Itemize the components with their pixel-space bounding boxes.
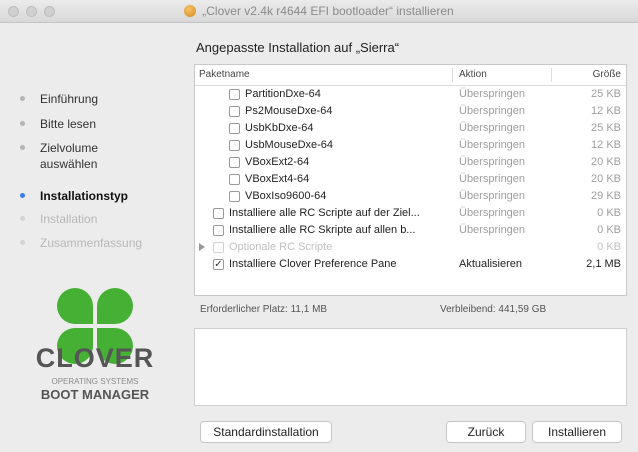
back-button[interactable]: Zurück (446, 421, 526, 443)
package-name: UsbKbDxe-64 (245, 122, 314, 134)
package-size: 29 KB (591, 190, 621, 202)
package-size: 12 KB (591, 105, 621, 117)
package-name: UsbMouseDxe-64 (245, 139, 334, 151)
window-title-wrap: „Clover v2.4k r4644 EFI bootloader“ inst… (0, 4, 638, 18)
checkbox[interactable] (229, 140, 240, 151)
package-name: Ps2MouseDxe-64 (245, 105, 333, 117)
package-action: Aktualisieren (459, 258, 522, 270)
package-name: Installiere Clover Preference Pane (229, 258, 397, 270)
package-action: Überspringen (459, 207, 526, 219)
table-row[interactable]: UsbKbDxe-64 Überspringen 25 KB (195, 120, 626, 137)
checkbox[interactable] (229, 123, 240, 134)
description-box (194, 328, 627, 406)
package-name: VBoxExt4-64 (245, 173, 310, 185)
required-space: Erforderlicher Platz: 11,1 MB (200, 304, 328, 315)
checkbox[interactable] (229, 157, 240, 168)
checkbox[interactable] (213, 208, 224, 219)
step-dot (20, 145, 25, 150)
brand-tagline-1: OPERATING SYSTEMS (51, 377, 139, 386)
package-name: Installiere alle RC Skripte auf allen b.… (229, 224, 416, 236)
brand-name: CLOVER (35, 343, 155, 373)
step-dot (20, 193, 25, 198)
step-label: Zielvolume auswählen (40, 141, 99, 171)
table-row[interactable]: PartitionDxe-64 Überspringen 25 KB (195, 86, 626, 103)
table-row[interactable]: VBoxExt4-64 Überspringen 20 KB (195, 171, 626, 188)
checkbox[interactable] (229, 89, 240, 100)
package-action: Überspringen (459, 88, 526, 100)
package-size: 0 KB (597, 207, 621, 219)
column-divider (452, 68, 453, 82)
package-name: Installiere alle RC Scripte auf der Ziel… (229, 207, 420, 219)
remaining-space: Verbleibend: 441,59 GB (440, 304, 547, 315)
install-button[interactable]: Installieren (532, 421, 622, 443)
package-size: 12 KB (591, 139, 621, 151)
sidebar: Einführung Bitte lesen Zielvolume auswäh… (0, 23, 190, 452)
standard-install-button[interactable]: Standardinstallation (200, 421, 332, 443)
step-label: Einführung (40, 92, 99, 106)
step-dot (20, 96, 25, 101)
checkbox-checked[interactable]: ✓ (213, 259, 224, 270)
step-dot (20, 216, 25, 221)
checkbox[interactable] (213, 242, 224, 253)
package-name: Optionale RC Scripte (229, 241, 333, 253)
table-row[interactable]: Installiere alle RC Skripte auf allen b.… (195, 222, 626, 239)
step-dot (20, 240, 25, 245)
table-header: Paketname Aktion Größe (195, 65, 626, 86)
disclosure-triangle-icon[interactable] (199, 243, 205, 251)
table-row[interactable]: Installiere alle RC Scripte auf der Ziel… (195, 205, 626, 222)
package-size: 25 KB (591, 122, 621, 134)
step-label: Bitte lesen (40, 117, 97, 131)
step-label: Zusammenfassung (40, 236, 143, 250)
checkbox[interactable] (213, 225, 224, 236)
checkbox[interactable] (229, 174, 240, 185)
column-header-name[interactable]: Paketname (199, 69, 250, 80)
brand-tagline-2: BOOT MANAGER (40, 387, 150, 402)
package-size: 2,1 MB (586, 258, 621, 270)
package-table: Paketname Aktion Größe PartitionDxe-64 Üb… (194, 64, 627, 296)
step-label: Installation (40, 212, 98, 226)
checkbox[interactable] (229, 106, 240, 117)
package-name: PartitionDxe-64 (245, 88, 321, 100)
window-title: „Clover v2.4k r4644 EFI bootloader“ inst… (202, 4, 454, 18)
table-row[interactable]: ✓ Installiere Clover Preference Pane Aktua… (195, 256, 626, 273)
package-size: 20 KB (591, 173, 621, 185)
column-header-action[interactable]: Aktion (459, 69, 487, 80)
package-action: Überspringen (459, 156, 526, 168)
package-name: VBoxExt2-64 (245, 156, 310, 168)
step-label: Installationstyp (40, 189, 129, 203)
title-bar: „Clover v2.4k r4644 EFI bootloader“ inst… (0, 0, 638, 23)
installer-package-icon (184, 5, 197, 17)
package-action: Überspringen (459, 105, 526, 117)
package-action: Überspringen (459, 139, 526, 151)
checkbox[interactable] (229, 191, 240, 202)
table-row[interactable]: Ps2MouseDxe-64 Überspringen 12 KB (195, 103, 626, 120)
package-size: 0 KB (597, 224, 621, 236)
table-row[interactable]: VBoxExt2-64 Überspringen 20 KB (195, 154, 626, 171)
checkmark-icon: ✓ (214, 259, 223, 270)
table-row[interactable]: Optionale RC Scripte 0 KB (195, 239, 626, 256)
package-size: 0 KB (597, 241, 621, 253)
table-row[interactable]: VBoxIso9600-64 Überspringen 29 KB (195, 188, 626, 205)
page-title: Angepasste Installation auf „Sierra“ (196, 40, 400, 55)
table-row[interactable]: UsbMouseDxe-64 Überspringen 12 KB (195, 137, 626, 154)
package-size: 20 KB (591, 156, 621, 168)
package-action: Überspringen (459, 190, 526, 202)
package-action: Überspringen (459, 173, 526, 185)
step-dot (20, 121, 25, 126)
package-action: Überspringen (459, 122, 526, 134)
package-size: 25 KB (591, 88, 621, 100)
package-name: VBoxIso9600-64 (245, 190, 327, 202)
package-action: Überspringen (459, 224, 526, 236)
column-header-size[interactable]: Größe (593, 69, 621, 80)
column-divider (551, 68, 552, 82)
